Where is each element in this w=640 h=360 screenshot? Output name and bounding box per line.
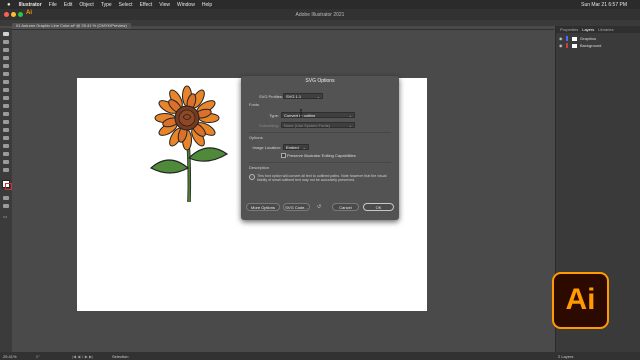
menu-help[interactable]: Help bbox=[202, 2, 212, 8]
app-title: Adobe Illustrator 2021 bbox=[295, 12, 345, 18]
stroke-swatch[interactable] bbox=[5, 183, 12, 190]
magic-wand-tool-icon[interactable] bbox=[3, 48, 9, 52]
chevron-down-icon: ⌄ bbox=[316, 94, 320, 99]
zoom-tool-icon[interactable] bbox=[3, 168, 9, 172]
description-text: This font option will convert all text t… bbox=[257, 174, 387, 183]
image-location-value: Embed bbox=[286, 145, 299, 150]
status-bar: 25.41% 0° |◀ ◀ 1 ▶ ▶| Selection 2 Layers bbox=[0, 352, 640, 360]
panel-tabs: Properties Layers Libraries bbox=[556, 26, 640, 33]
scale-tool-icon[interactable] bbox=[3, 120, 9, 124]
apple-icon[interactable]: ● bbox=[7, 2, 11, 8]
layer-color-swatch bbox=[566, 43, 568, 48]
document-tab-strip bbox=[12, 29, 554, 30]
divider bbox=[249, 162, 391, 163]
direct-selection-tool-icon[interactable] bbox=[3, 40, 9, 44]
menu-select[interactable]: Select bbox=[119, 2, 133, 8]
zoom-level[interactable]: 25.41% bbox=[3, 354, 17, 359]
hand-tool-icon[interactable] bbox=[3, 160, 9, 164]
layer-row-graphics[interactable]: ◉ Graphics bbox=[556, 35, 640, 42]
info-icon: i bbox=[249, 174, 255, 180]
menu-bar: ● Illustrator File Edit Object Type Sele… bbox=[0, 0, 640, 9]
image-location-label: Image Location: bbox=[252, 145, 281, 150]
cancel-button[interactable]: Cancel bbox=[332, 203, 359, 211]
subsetting-select: None (Use System Fonts) ⌄ bbox=[281, 122, 355, 128]
tab-properties[interactable]: Properties bbox=[560, 27, 578, 32]
svg-code-button[interactable]: SVG Code... bbox=[283, 203, 310, 211]
subsetting-value: None (Use System Fonts) bbox=[284, 123, 331, 128]
layer-row-background[interactable]: ◉ Background bbox=[556, 42, 640, 49]
type-label: Type: bbox=[269, 113, 279, 118]
rectangle-tool-icon[interactable] bbox=[3, 88, 9, 92]
menu-object[interactable]: Object bbox=[79, 2, 93, 8]
gradient-tool-icon[interactable] bbox=[3, 144, 9, 148]
svg-profiles-label: SVG Profiles: bbox=[258, 94, 283, 99]
tab-layers[interactable]: Layers bbox=[582, 27, 594, 32]
rotation-field[interactable]: 0° bbox=[36, 354, 40, 359]
menu-file[interactable]: File bbox=[49, 2, 57, 8]
layer-name: Graphics bbox=[580, 36, 597, 41]
line-tool-icon[interactable] bbox=[3, 96, 9, 100]
paintbrush-tool-icon[interactable] bbox=[3, 72, 9, 76]
layer-name: Background bbox=[580, 43, 602, 48]
chevron-down-icon: ⌄ bbox=[348, 123, 352, 128]
type-tool-icon[interactable] bbox=[3, 80, 9, 84]
layer-thumbnail bbox=[572, 43, 577, 48]
menu-view[interactable]: View bbox=[159, 2, 170, 8]
dialog-title: SVG Options bbox=[305, 78, 335, 84]
layer-thumbnail bbox=[572, 36, 577, 41]
rotate-tool-icon[interactable] bbox=[3, 112, 9, 116]
pen-tool-icon[interactable] bbox=[3, 56, 9, 60]
menu-type[interactable]: Type bbox=[101, 2, 112, 8]
curvature-tool-icon[interactable] bbox=[3, 64, 9, 68]
layers-count: 2 Layers bbox=[558, 354, 574, 359]
description-section-title: Description bbox=[249, 165, 270, 170]
chevron-down-icon: ⌄ bbox=[302, 145, 306, 150]
options-section-title: Options bbox=[249, 135, 263, 140]
app-title-bar: Ai Adobe Illustrator 2021 bbox=[0, 9, 640, 20]
tab-libraries[interactable]: Libraries bbox=[598, 27, 613, 32]
shape-builder-tool-icon[interactable] bbox=[3, 136, 9, 140]
chevron-down-icon: ⌄ bbox=[348, 113, 352, 118]
fonts-section-title: Fonts bbox=[249, 102, 260, 107]
ok-button[interactable]: OK bbox=[363, 203, 394, 211]
image-location-select[interactable]: Embed ⌄ bbox=[283, 144, 309, 150]
tools-panel: ••• bbox=[0, 28, 12, 352]
preserve-editing-label: Preserve Illustrator Editing Capabilitie… bbox=[287, 153, 356, 158]
clock: Sun Mar 21 6:57 PM bbox=[581, 1, 627, 8]
draw-mode-icon[interactable] bbox=[3, 196, 9, 200]
svg-profiles-select[interactable]: SVG 1.1 ⌄ bbox=[283, 93, 323, 99]
visibility-eye-icon[interactable]: ◉ bbox=[559, 43, 564, 48]
preserve-editing-checkbox[interactable] bbox=[281, 153, 286, 158]
screen-mode-icon[interactable] bbox=[3, 204, 9, 208]
menu-edit[interactable]: Edit bbox=[64, 2, 73, 8]
document-tab-label: 01 Autumn Graphic Line Color.ai* @ 25.41… bbox=[16, 23, 127, 28]
more-tools-icon[interactable]: ••• bbox=[3, 214, 7, 219]
divider bbox=[249, 132, 391, 133]
illustrator-logo: Ai bbox=[552, 272, 609, 329]
subsetting-label: Subsetting: bbox=[258, 123, 279, 128]
layer-color-swatch bbox=[566, 36, 568, 41]
menu-effect[interactable]: Effect bbox=[140, 2, 153, 8]
artboard-navigator[interactable]: |◀ ◀ 1 ▶ ▶| bbox=[72, 354, 93, 359]
text-cursor-icon bbox=[300, 109, 302, 117]
reset-icon[interactable]: ↺ bbox=[317, 204, 321, 210]
menu-window[interactable]: Window bbox=[177, 2, 195, 8]
selection-tool-icon[interactable] bbox=[3, 32, 9, 36]
width-tool-icon[interactable] bbox=[3, 128, 9, 132]
svg-options-dialog: SVG Options SVG Profiles: SVG 1.1 ⌄ Font… bbox=[241, 76, 399, 220]
menu-illustrator[interactable]: Illustrator bbox=[19, 2, 42, 8]
eraser-tool-icon[interactable] bbox=[3, 104, 9, 108]
type-select[interactable]: Convert to outline ⌄ bbox=[281, 112, 355, 118]
more-options-button[interactable]: More Options bbox=[246, 203, 280, 211]
visibility-eye-icon[interactable]: ◉ bbox=[559, 36, 564, 41]
current-tool: Selection bbox=[112, 354, 129, 359]
svg-profiles-value: SVG 1.1 bbox=[286, 94, 302, 99]
eyedropper-tool-icon[interactable] bbox=[3, 152, 9, 156]
